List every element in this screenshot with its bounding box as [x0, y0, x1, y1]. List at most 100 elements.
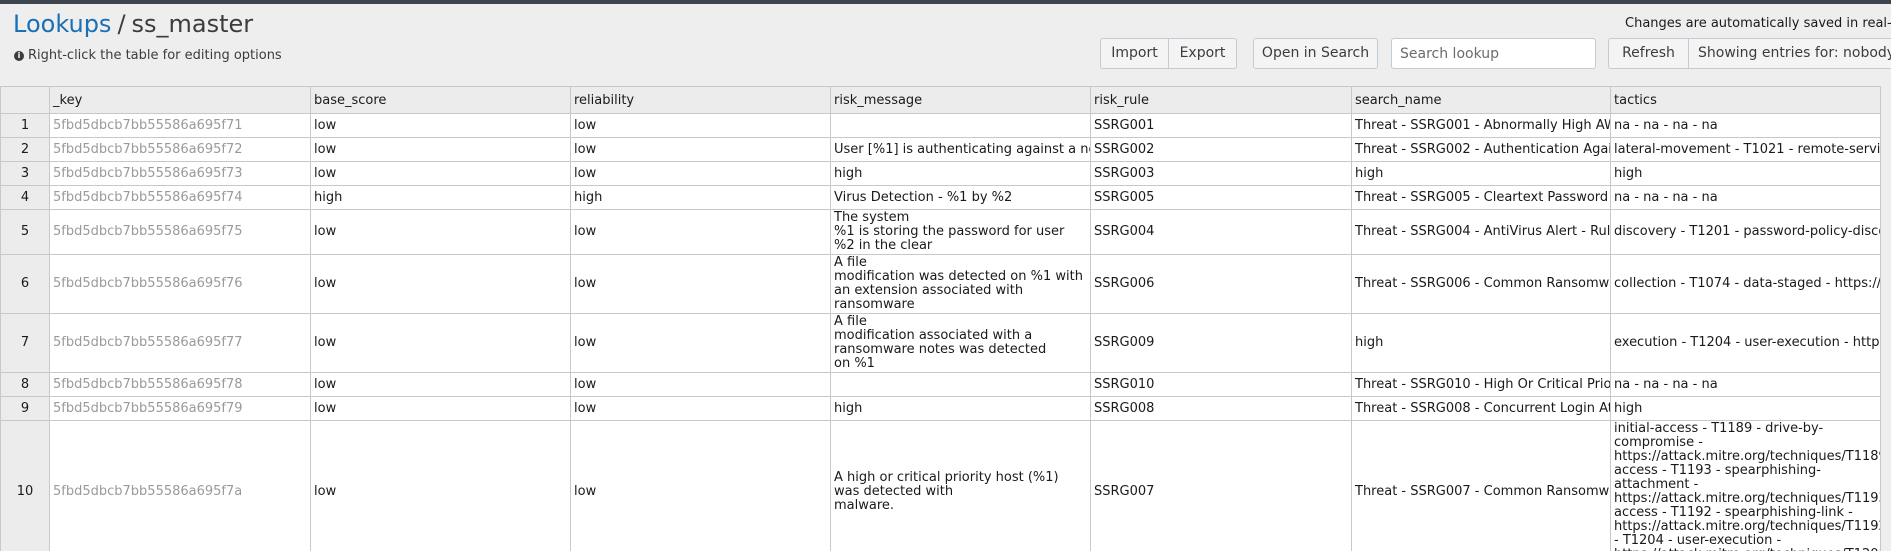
column-header[interactable]: _key — [49, 86, 311, 114]
key-cell[interactable]: 5fbd5dbcb7bb55586a695f7a — [49, 420, 311, 551]
reliability-cell[interactable]: high — [570, 185, 831, 210]
tactics-cell[interactable]: na - na - na - na — [1610, 372, 1881, 397]
page-title: Lookups / ss_master — [13, 8, 253, 40]
risk-rule-cell[interactable]: SSRG001 — [1090, 113, 1352, 138]
base-score-cell[interactable]: low — [310, 372, 571, 397]
column-header[interactable]: tactics — [1610, 86, 1881, 114]
search-name-cell[interactable]: high — [1351, 313, 1611, 373]
editing-hint: i Right-click the table for editing optio… — [14, 48, 282, 63]
base-score-cell[interactable]: low — [310, 209, 571, 255]
risk-message-cell[interactable]: Virus Detection - %1 by %2 — [830, 185, 1091, 210]
key-cell[interactable]: 5fbd5dbcb7bb55586a695f74 — [49, 185, 311, 210]
reliability-cell[interactable]: low — [570, 254, 831, 314]
risk-rule-cell[interactable]: SSRG007 — [1090, 420, 1352, 551]
lookup-table-container[interactable]: _key base_score reliability risk_message… — [0, 86, 1891, 551]
risk-message-cell[interactable]: A file modification associated with a ra… — [830, 313, 1091, 373]
row-number: 5 — [0, 209, 50, 255]
tactics-cell[interactable]: na - na - na - na — [1610, 113, 1881, 138]
table-row: 9 5fbd5dbcb7bb55586a695f79 low low high … — [0, 396, 1881, 421]
risk-message-cell[interactable]: A high or critical priority host (%1) wa… — [830, 420, 1091, 551]
table-row: 10 5fbd5dbcb7bb55586a695f7a low low A hi… — [0, 420, 1881, 551]
column-header[interactable]: risk_rule — [1090, 86, 1352, 114]
key-cell[interactable]: 5fbd5dbcb7bb55586a695f78 — [49, 372, 311, 397]
reliability-cell[interactable]: low — [570, 420, 831, 551]
table-row: 6 5fbd5dbcb7bb55586a695f76 low low A fil… — [0, 254, 1881, 314]
tactics-cell[interactable]: execution - T1204 - user-execution - htt… — [1610, 313, 1881, 373]
reliability-cell[interactable]: low — [570, 137, 831, 162]
search-name-cell[interactable]: Threat - SSRG007 - Common Ransomware Not… — [1351, 420, 1611, 551]
risk-rule-cell[interactable]: SSRG010 — [1090, 372, 1352, 397]
reliability-cell[interactable]: low — [570, 113, 831, 138]
key-cell[interactable]: 5fbd5dbcb7bb55586a695f76 — [49, 254, 311, 314]
reliability-cell[interactable]: low — [570, 313, 831, 373]
base-score-cell[interactable]: low — [310, 420, 571, 551]
base-score-cell[interactable]: low — [310, 313, 571, 373]
column-header[interactable]: risk_message — [830, 86, 1091, 114]
risk-rule-cell[interactable]: SSRG008 — [1090, 396, 1352, 421]
search-name-cell[interactable]: Threat - SSRG002 - Authentication Agains… — [1351, 137, 1611, 162]
info-icon: i — [14, 51, 24, 61]
export-button[interactable]: Export — [1169, 38, 1237, 69]
search-name-cell[interactable]: Threat - SSRG008 - Concurrent Login Atte… — [1351, 396, 1611, 421]
key-cell[interactable]: 5fbd5dbcb7bb55586a695f75 — [49, 209, 311, 255]
base-score-cell[interactable]: low — [310, 396, 571, 421]
search-name-cell[interactable]: Threat - SSRG001 - Abnormally High AWS I… — [1351, 113, 1611, 138]
base-score-cell[interactable]: low — [310, 113, 571, 138]
reliability-cell[interactable]: low — [570, 161, 831, 186]
row-number-header — [0, 86, 50, 114]
breadcrumb-separator: / — [117, 10, 126, 38]
risk-message-cell[interactable]: A file modification was detected on %1 w… — [830, 254, 1091, 314]
search-name-cell[interactable]: Threat - SSRG006 - Common Ransomware Ext… — [1351, 254, 1611, 314]
lookup-name: ss_master — [131, 10, 254, 38]
tactics-cell[interactable]: initial-access - T1189 - drive-by- compr… — [1610, 420, 1881, 551]
search-name-cell[interactable]: high — [1351, 161, 1611, 186]
key-cell[interactable]: 5fbd5dbcb7bb55586a695f77 — [49, 313, 311, 373]
tactics-cell[interactable]: lateral-movement - T1021 - remote-servic… — [1610, 137, 1881, 162]
key-cell[interactable]: 5fbd5dbcb7bb55586a695f73 — [49, 161, 311, 186]
risk-rule-cell[interactable]: SSRG009 — [1090, 313, 1352, 373]
column-header[interactable]: reliability — [570, 86, 831, 114]
key-cell[interactable]: 5fbd5dbcb7bb55586a695f72 — [49, 137, 311, 162]
table-row: 2 5fbd5dbcb7bb55586a695f72 low low User … — [0, 137, 1881, 162]
row-number: 3 — [0, 161, 50, 186]
risk-message-cell[interactable] — [830, 372, 1091, 397]
key-cell[interactable]: 5fbd5dbcb7bb55586a695f71 — [49, 113, 311, 138]
base-score-cell[interactable]: low — [310, 254, 571, 314]
column-header[interactable]: base_score — [310, 86, 571, 114]
tactics-cell[interactable]: high — [1610, 161, 1881, 186]
table-row: 4 5fbd5dbcb7bb55586a695f74 high high Vir… — [0, 185, 1881, 210]
table-row: 1 5fbd5dbcb7bb55586a695f71 low low SSRG0… — [0, 113, 1881, 138]
reliability-cell[interactable]: low — [570, 372, 831, 397]
base-score-cell[interactable]: low — [310, 161, 571, 186]
risk-message-cell[interactable]: The system %1 is storing the password fo… — [830, 209, 1091, 255]
key-cell[interactable]: 5fbd5dbcb7bb55586a695f79 — [49, 396, 311, 421]
risk-message-cell[interactable] — [830, 113, 1091, 138]
breadcrumb-lookups[interactable]: Lookups — [13, 10, 111, 38]
tactics-cell[interactable]: na - na - na - na — [1610, 185, 1881, 210]
risk-message-cell[interactable]: high — [830, 396, 1091, 421]
risk-rule-cell[interactable]: SSRG002 — [1090, 137, 1352, 162]
risk-message-cell[interactable]: User [%1] is authenticating against a ne… — [830, 137, 1091, 162]
open-in-search-button[interactable]: Open in Search — [1253, 38, 1378, 69]
risk-rule-cell[interactable]: SSRG004 — [1090, 209, 1352, 255]
tactics-cell[interactable]: discovery - T1201 - password-policy-disc… — [1610, 209, 1881, 255]
import-button[interactable]: Import — [1100, 38, 1169, 69]
entries-owner-dropdown[interactable]: Showing entries for: nobody — [1689, 38, 1891, 69]
refresh-button[interactable]: Refresh — [1608, 38, 1689, 69]
base-score-cell[interactable]: low — [310, 137, 571, 162]
risk-rule-cell[interactable]: SSRG006 — [1090, 254, 1352, 314]
risk-rule-cell[interactable]: SSRG003 — [1090, 161, 1352, 186]
risk-message-cell[interactable]: high — [830, 161, 1091, 186]
tactics-cell[interactable]: high — [1610, 396, 1881, 421]
search-name-cell[interactable]: Threat - SSRG005 - Cleartext Password At… — [1351, 185, 1611, 210]
column-header[interactable]: search_name — [1351, 86, 1611, 114]
tactics-cell[interactable]: collection - T1074 - data-staged - https… — [1610, 254, 1881, 314]
search-lookup-input[interactable] — [1391, 38, 1596, 69]
search-name-cell[interactable]: Threat - SSRG004 - AntiVirus Alert - Rul… — [1351, 209, 1611, 255]
base-score-cell[interactable]: high — [310, 185, 571, 210]
search-name-cell[interactable]: Threat - SSRG010 - High Or Critical Prio… — [1351, 372, 1611, 397]
entries-owner-label: Showing entries for: nobody — [1698, 45, 1891, 61]
risk-rule-cell[interactable]: SSRG005 — [1090, 185, 1352, 210]
reliability-cell[interactable]: low — [570, 396, 831, 421]
reliability-cell[interactable]: low — [570, 209, 831, 255]
